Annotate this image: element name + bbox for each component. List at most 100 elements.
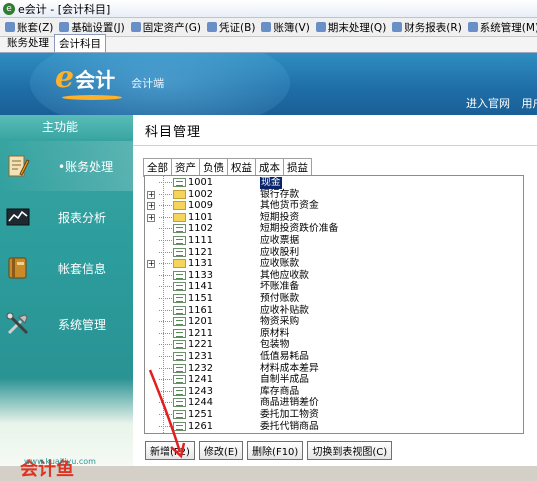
tree-row[interactable]: 1244商品进销差价 [145,397,523,409]
account-name: 自制半成品 [260,374,309,386]
menu-item[interactable]: 凭证(B) [204,20,258,35]
tree-row[interactable]: 1133其他应收款 [145,270,523,282]
tree-row[interactable]: 1211原材料 [145,328,523,340]
menu-item[interactable]: 固定资产(G) [128,20,204,35]
brand-url: www.kuaijiyu.com [24,457,96,466]
expand-icon[interactable]: + [147,202,155,210]
account-icon [173,317,186,326]
logo-subtitle: 会计端 [131,75,164,91]
tree-connector [159,205,172,206]
tools-icon [6,312,30,336]
tree-row[interactable]: +1131应收账款 [145,258,523,270]
menu-item-label: 系统管理(M) [480,20,537,35]
tree-connector [159,402,172,403]
menu-item[interactable]: 财务报表(R) [389,20,465,35]
tree-row[interactable]: 1232材料成本差异 [145,363,523,375]
tree-connector [159,310,172,311]
account-code: 1141 [188,281,213,293]
tree-row[interactable]: 1111应收票据 [145,235,523,247]
sidebar-item-system-management[interactable]: 系统管理 [0,299,133,349]
account-code: 1221 [188,339,213,351]
menu-item-label: 固定资产(G) [143,20,201,35]
account-name: 应收账款 [260,258,299,270]
title-divider [133,145,537,146]
menu-icon [392,22,402,32]
tree-row[interactable]: +1101短期投资 [145,212,523,224]
tree-connector [159,321,172,322]
banner-links: 进入官网 用户往 [466,95,537,111]
tree-row[interactable]: 1201物资采购 [145,316,523,328]
menu-icon [468,22,478,32]
account-icon [173,271,186,280]
tree-row[interactable]: +1009其他货币资金 [145,200,523,212]
tree-row[interactable]: 1001现金 [145,177,523,189]
tree-row[interactable]: 1243 库存商品 [145,386,523,398]
account-code: 1111 [188,235,213,247]
tree-row[interactable]: 1161应收补贴款 [145,305,523,317]
account-name: 应收补贴款 [260,305,309,317]
menu-item[interactable]: 期末处理(Q) [313,20,389,35]
tree-connector [159,333,172,334]
account-icon [173,178,186,187]
tree-row[interactable]: 1251委托加工物资 [145,409,523,421]
tree-row[interactable]: 1241自制半成品 [145,374,523,386]
account-code: 1244 [188,397,213,409]
switch-view-button[interactable]: 切换到表视图(C) [307,441,392,460]
sidebar-item-label: 帐套信息 [58,260,106,277]
account-name: 坏账准备 [260,281,299,293]
tree-row[interactable]: 1121应收股利 [145,247,523,259]
tree-row[interactable]: 1231低值易耗品 [145,351,523,363]
account-name: 其他货币资金 [260,200,319,212]
sidebar-item-ledger-info[interactable]: 帐套信息 [0,243,133,293]
tree-connector [159,275,172,276]
account-name: 库存商品 [260,386,299,398]
sidebar-heading: 主功能 [0,115,133,139]
account-name: 应收股利 [260,247,299,259]
tree-connector [159,286,172,287]
sidebar-item-label: 系统管理 [58,316,106,333]
menu-icon [207,22,217,32]
expand-icon[interactable]: + [147,191,155,199]
account-name: 委托加工物资 [260,409,319,421]
tree-row[interactable]: +1002银行存款 [145,189,523,201]
official-site-link[interactable]: 进入官网 [466,97,510,110]
tree-row[interactable]: 1221包装物 [145,339,523,351]
user-link[interactable]: 用户往 [522,97,537,110]
tree-row[interactable]: 1151预付账款 [145,293,523,305]
menu-item[interactable]: 基础设置(J) [56,20,127,35]
account-tree[interactable]: 1001现金+1002银行存款+1009其他货币资金+1101短期投资1102短… [144,175,524,434]
tree-connector [159,194,172,195]
pencil-notebook-icon [6,154,30,178]
tab-accounts[interactable]: 会计科目 [54,34,106,52]
account-icon [173,398,186,407]
menu-item[interactable]: 系统管理(M) [465,20,537,35]
tree-row[interactable]: 1261委托代销商品 [145,421,523,433]
tree-connector [159,356,172,357]
menu-item[interactable]: 账簿(V) [258,20,312,35]
tree-connector [159,391,172,392]
account-code: 1261 [188,421,213,433]
title-bar: e e会计 - [会计科目] [0,0,537,18]
tree-row[interactable]: 1141 坏账准备 [145,281,523,293]
account-icon [173,282,186,291]
expand-icon[interactable]: + [147,214,155,222]
edit-button[interactable]: 修改(E) [199,441,243,460]
tree-connector [159,414,172,415]
expand-icon[interactable]: + [147,260,155,268]
add-button[interactable]: 新增(F2) [145,441,195,460]
account-code: 1243 [188,386,213,398]
account-code: 1232 [188,363,213,375]
tree-connector [159,240,172,241]
menu-icon [261,22,271,32]
tab-accounting[interactable]: 账务处理 [2,33,54,52]
account-icon [173,352,186,361]
sidebar-item-reports[interactable]: 报表分析 [0,192,133,242]
sidebar-item-accounting[interactable]: •账务处理 [0,141,133,191]
tree-row[interactable]: 1102短期投资跌价准备 [145,223,523,235]
delete-button[interactable]: 删除(F10) [247,441,303,460]
account-name: 低值易耗品 [260,351,309,363]
account-icon [173,329,186,338]
sidebar: 主功能 •账务处理 报表分析 帐套信息 系统管理 会计鱼 [0,115,133,466]
account-name: 物资采购 [260,316,299,328]
menu-icon [316,22,326,32]
